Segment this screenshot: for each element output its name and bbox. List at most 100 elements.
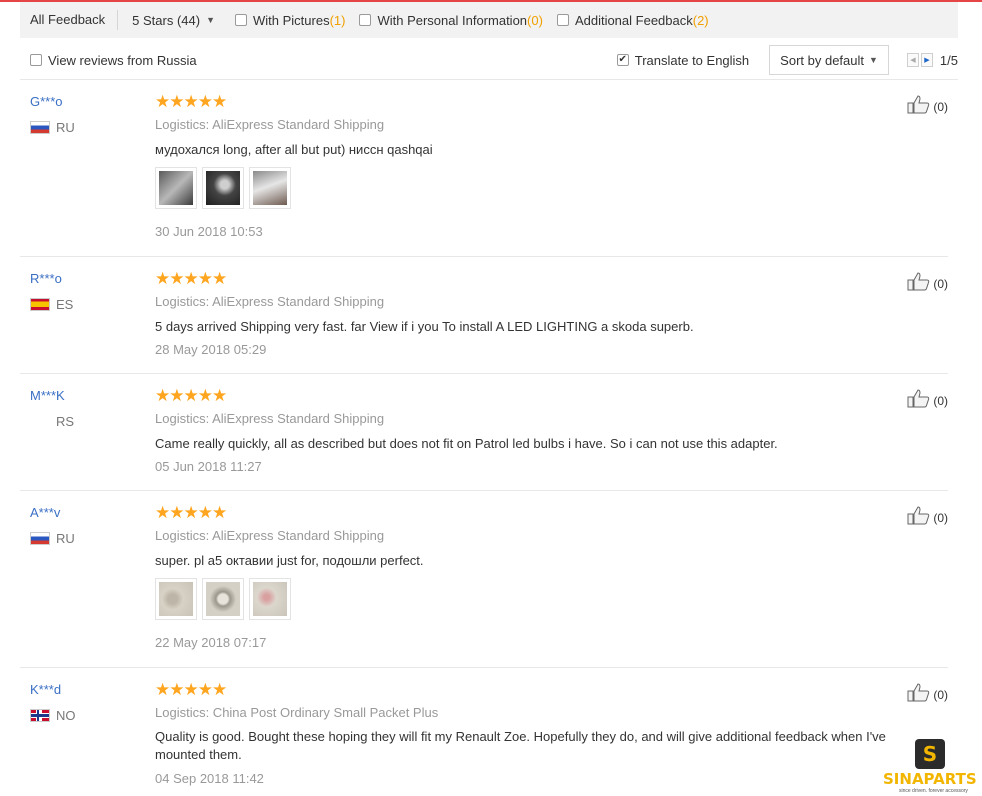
additional-feedback-label: Additional Feedback [574, 12, 693, 28]
reviewer-country: RS [30, 414, 74, 429]
with-pictures-count: (1) [329, 12, 346, 28]
russia-flag-icon [30, 121, 50, 134]
review-date: 30 Jun 2018 10:53 [155, 224, 263, 239]
logo-tagline: since driven. forever accessory [899, 788, 968, 794]
personal-info-label: With Personal Information [377, 12, 528, 28]
thumbs-up-icon[interactable] [907, 271, 931, 291]
divider [20, 373, 948, 374]
star-rating: ★★★★★ [155, 269, 227, 288]
review-item: G***o RU ★★★★★ Logistics: AliExpress Sta… [20, 92, 948, 257]
with-pictures-filter[interactable]: With Pictures (1) [235, 13, 345, 28]
country-code: RS [56, 414, 75, 429]
review-text: Came really quickly, all as described bu… [155, 436, 778, 451]
logo-wordmark: SINAPARTS [883, 770, 977, 788]
divider [20, 256, 948, 257]
serbia-flag-icon [30, 415, 50, 428]
review-photo-thumbnail[interactable] [202, 167, 244, 209]
with-pictures-label: With Pictures [253, 12, 330, 28]
translate-label: Translate to English [634, 52, 750, 68]
helpful-count: (0) [933, 394, 948, 408]
sinaparts-logo: S SINAPARTS since driven. forever access… [883, 739, 977, 794]
thumbs-up-icon[interactable] [907, 94, 931, 114]
review-photo-thumbnail[interactable] [155, 167, 197, 209]
review-date: 28 May 2018 05:29 [155, 342, 267, 357]
reviewer-country: RU [30, 531, 75, 546]
page-indicator: 1/5 [939, 52, 958, 68]
additional-feedback-checkbox[interactable] [556, 14, 569, 26]
with-pictures-checkbox[interactable] [235, 14, 247, 26]
review-photo-thumbnail[interactable] [249, 167, 291, 209]
helpful-vote[interactable]: (0) [907, 388, 948, 408]
reviewer-name[interactable]: K***d [30, 682, 61, 697]
country-code: ES [56, 297, 74, 312]
country-code: RU [56, 531, 75, 546]
star-rating: ★★★★★ [155, 386, 227, 405]
star-rating: ★★★★★ [155, 503, 227, 522]
country-code: NO [56, 708, 76, 723]
thumbs-up-icon[interactable] [907, 388, 931, 408]
stars-filter-select[interactable]: 5 Stars (44) ▼ [120, 13, 225, 28]
sort-select[interactable]: Sort by default ▼ [769, 45, 889, 75]
reviewer-name[interactable]: A***v [30, 505, 60, 520]
reviewer-country: RU [30, 120, 75, 135]
review-photo-thumbnail[interactable] [202, 578, 244, 620]
review-text: super. pl a5 октавии just for, подошли p… [155, 553, 424, 568]
personal-info-filter[interactable]: With Personal Information (0) [359, 12, 543, 28]
norway-flag-icon [30, 709, 50, 722]
chevron-down-icon: ▼ [206, 15, 215, 25]
helpful-count: (0) [933, 511, 948, 525]
logistics-info: Logistics: AliExpress Standard Shipping [155, 528, 385, 543]
tab-all-feedback[interactable]: All Feedback [20, 2, 115, 38]
personal-info-count: (0) [527, 12, 543, 28]
review-date: 05 Jun 2018 11:27 [155, 459, 262, 474]
review-item: R***o ES ★★★★★ Logistics: AliExpress Sta… [20, 269, 948, 374]
star-rating: ★★★★★ [155, 680, 227, 699]
stars-filter-label: 5 Stars (44) [132, 12, 201, 28]
helpful-count: (0) [933, 277, 948, 291]
star-rating: ★★★★★ [155, 92, 227, 111]
review-photos [155, 167, 291, 209]
review-photos [155, 578, 291, 620]
divider [20, 667, 948, 668]
thumbs-up-icon[interactable] [907, 682, 931, 702]
logistics-info: Logistics: AliExpress Standard Shipping [155, 294, 385, 309]
view-country-label: View reviews from Russia [48, 52, 197, 68]
review-item: K***d NO ★★★★★ Logistics: China Post Ord… [20, 680, 948, 792]
view-country-filter[interactable]: View reviews from Russia [30, 53, 197, 68]
spain-flag-icon [30, 298, 50, 311]
logistics-info: Logistics: AliExpress Standard Shipping [155, 117, 385, 132]
divider [20, 490, 948, 491]
reviewer-name[interactable]: M***K [30, 388, 65, 403]
reviewer-country: NO [30, 708, 76, 723]
review-text: Quality is good. Bought these hoping the… [155, 729, 886, 762]
review-date: 04 Sep 2018 11:42 [155, 771, 264, 786]
helpful-vote[interactable]: (0) [907, 94, 948, 114]
helpful-vote[interactable]: (0) [907, 682, 948, 702]
divider [117, 10, 119, 30]
russia-flag-icon [30, 532, 50, 545]
review-photo-thumbnail[interactable] [155, 578, 197, 620]
thumbs-up-icon[interactable] [907, 505, 931, 525]
filter-bar: All Feedback 5 Stars (44) ▼ With Picture… [20, 2, 958, 38]
logo-badge-icon: S [915, 739, 945, 769]
translate-checkbox[interactable]: ✔ [616, 54, 629, 66]
helpful-count: (0) [933, 688, 948, 702]
next-page-button[interactable]: ▶ [920, 53, 933, 67]
view-country-checkbox[interactable] [30, 54, 42, 66]
logistics-info: Logistics: AliExpress Standard Shipping [155, 411, 385, 426]
prev-page-button[interactable]: ◀ [906, 53, 919, 67]
divider [20, 79, 958, 80]
logistics-info: Logistics: China Post Ordinary Small Pac… [155, 705, 439, 720]
translate-toggle[interactable]: ✔ Translate to English [616, 52, 750, 68]
reviewer-name[interactable]: G***o [30, 94, 63, 109]
review-photo-thumbnail[interactable] [249, 578, 291, 620]
personal-info-checkbox[interactable] [359, 14, 372, 26]
helpful-vote[interactable]: (0) [907, 271, 948, 291]
reviewer-name[interactable]: R***o [30, 271, 62, 286]
country-code: RU [56, 120, 75, 135]
additional-feedback-filter[interactable]: Additional Feedback (2) [556, 12, 709, 28]
helpful-vote[interactable]: (0) [907, 505, 948, 525]
pagination: ◀ ▶ 1/5 [906, 52, 958, 68]
helpful-count: (0) [933, 100, 948, 114]
review-text: 5 days arrived Shipping very fast. far V… [155, 319, 694, 334]
